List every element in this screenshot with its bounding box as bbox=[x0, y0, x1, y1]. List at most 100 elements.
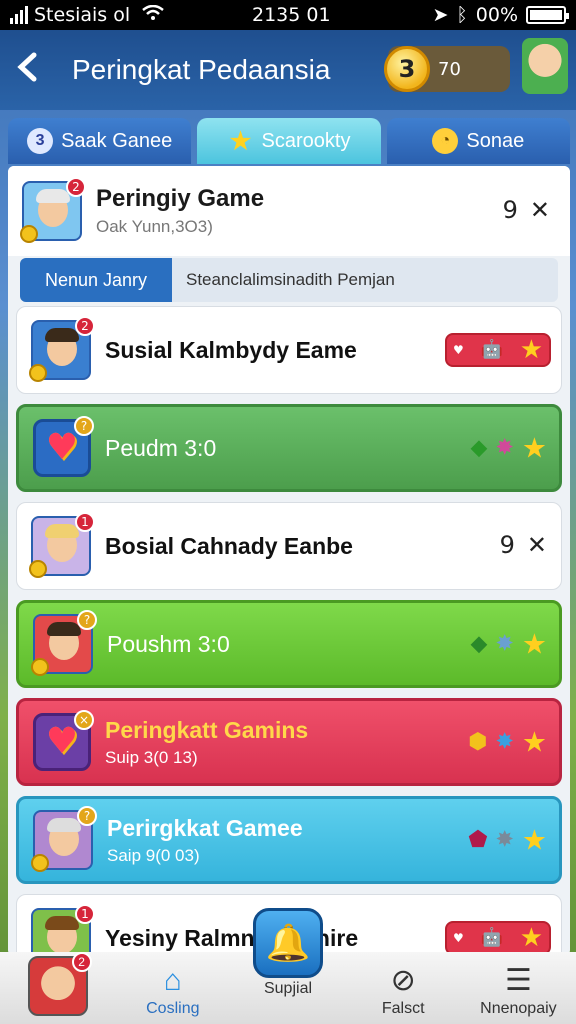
nav-label: Supjial bbox=[263, 980, 313, 997]
avatar: 2 bbox=[27, 952, 92, 1016]
close-icon[interactable]: ✕ bbox=[530, 196, 550, 224]
heart-tile: ♥ × bbox=[33, 710, 94, 771]
tab-label: Sonae bbox=[466, 129, 525, 152]
heart-icon: ♥ bbox=[45, 721, 79, 762]
row-subtitle: Saip 9(0 03) bbox=[107, 845, 200, 865]
green-gem-icon: ◆ bbox=[470, 631, 488, 656]
notification-badge: × bbox=[74, 710, 94, 730]
nav-label: Nnenopaiy bbox=[480, 1000, 557, 1017]
reward-pill[interactable]: ♥ 🤖 ★ bbox=[445, 333, 551, 367]
nav-label: Falsct bbox=[381, 1000, 425, 1017]
page-title: Peringkat Pedaansia bbox=[72, 54, 331, 85]
game-title: Peringiy Game bbox=[96, 185, 265, 212]
star-icon: ★ bbox=[521, 627, 547, 661]
filter-bar: Nenun Janry Steanclalimsinadith Pemjan bbox=[20, 258, 558, 302]
avatar: 1 bbox=[29, 904, 95, 956]
nav-profile[interactable]: 2 bbox=[0, 952, 115, 1018]
avatar: ? bbox=[31, 610, 97, 676]
chevron-left-icon bbox=[17, 52, 37, 81]
tab-label: Scarookty bbox=[261, 129, 351, 152]
coin-icon bbox=[31, 658, 49, 676]
current-game-card[interactable]: 2 Peringiy Game Oak Yunn,3O3) 9 ✕ bbox=[8, 166, 570, 256]
coin-icon bbox=[29, 364, 47, 382]
tab-sonae[interactable]: ◔ Sonae bbox=[386, 118, 570, 164]
clock-icon: ◔ bbox=[432, 128, 459, 154]
notification-badge: 2 bbox=[71, 952, 92, 972]
heart-icon: ♥ bbox=[45, 427, 79, 468]
reward-gems: ⬢ ✸ ★ bbox=[468, 726, 547, 759]
rank-number: 9 bbox=[499, 531, 515, 559]
number-icon: 3 bbox=[27, 128, 54, 154]
tab-saak-ganee[interactable]: 3 Saak Ganee bbox=[8, 118, 192, 164]
currency-widget[interactable]: 3 70 bbox=[384, 46, 510, 92]
notification-badge: ? bbox=[77, 806, 97, 826]
filter-button[interactable]: Nenun Janry bbox=[20, 258, 172, 302]
avatar: 2 bbox=[29, 316, 95, 382]
green-gem-icon: ◆ bbox=[470, 435, 488, 460]
rank-number: 9 bbox=[502, 196, 518, 224]
reward-pill[interactable]: ♥ 🤖 ★ bbox=[445, 921, 551, 955]
list-item[interactable]: ? Perirgkkat Gamee Saip 9(0 03) ⬟ ✸ ★ bbox=[16, 796, 562, 884]
avatar: ? bbox=[31, 806, 97, 872]
wifi-icon bbox=[142, 4, 164, 26]
star-icon: ★ bbox=[519, 335, 543, 365]
bluetooth-icon: ᛒ bbox=[456, 4, 468, 26]
reward-gems: ⬟ ✸ ★ bbox=[468, 824, 547, 857]
status-time: 2135 01 bbox=[252, 4, 331, 26]
reward-gems: ◆ ✸ ★ bbox=[471, 432, 547, 465]
home-icon: ⌂ bbox=[163, 964, 182, 997]
menu-icon: ☰ bbox=[504, 964, 532, 997]
star-icon: ★ bbox=[521, 823, 547, 857]
location-icon: ➤ bbox=[432, 4, 449, 26]
bell-icon: 🔔 bbox=[253, 908, 323, 978]
nav-supjial[interactable]: 🔔 Supjial bbox=[230, 908, 345, 1018]
player-avatar[interactable] bbox=[522, 38, 568, 94]
nav-menu[interactable]: ☰ Nnenopaiy bbox=[461, 963, 576, 1018]
avatar: 1 bbox=[29, 512, 95, 578]
heart-icon: ♥ bbox=[453, 343, 464, 357]
red-gem-icon: ⬟ bbox=[468, 827, 488, 852]
back-button[interactable] bbox=[16, 50, 52, 91]
star-icon: ★ bbox=[229, 127, 252, 155]
notification-badge: 2 bbox=[66, 177, 86, 197]
nav-cosling[interactable]: ⌂ Cosling bbox=[115, 964, 230, 1018]
robot-icon: 🤖 bbox=[480, 927, 503, 948]
leaderboard-panel: 2 Peringiy Game Oak Yunn,3O3) 9 ✕ Nenun … bbox=[8, 166, 570, 956]
tab-bar: 3 Saak Ganee ★ Scarookty ◔ Sonae bbox=[8, 118, 570, 166]
row-title: Poushm 3:0 bbox=[107, 630, 230, 657]
coin-count: 3 bbox=[398, 55, 416, 83]
row-title: Peudm 3:0 bbox=[105, 434, 217, 461]
filter-description: Steanclalimsinadith Pemjan bbox=[172, 258, 558, 302]
notification-badge: 2 bbox=[75, 316, 95, 336]
list-item[interactable]: ? Poushm 3:0 ◆ ✸ ★ bbox=[16, 600, 562, 688]
signal-icon bbox=[10, 6, 28, 24]
nav-falsct[interactable]: ⊘ Falsct bbox=[346, 963, 461, 1018]
compass-icon: ⊘ bbox=[390, 964, 416, 997]
status-bar: Stesiais ol 2135 01 ➤ ᛒ 00% bbox=[0, 0, 576, 30]
notification-badge: ? bbox=[74, 416, 94, 436]
coin-icon bbox=[20, 225, 38, 243]
coin-icon bbox=[29, 560, 47, 578]
blue-gem-icon: ✸ bbox=[495, 631, 514, 656]
battery-icon bbox=[526, 6, 569, 24]
blue-gem-icon: ✸ bbox=[495, 729, 514, 754]
game-subtitle: Oak Yunn,3O3) bbox=[96, 217, 213, 236]
star-icon: ★ bbox=[521, 725, 547, 759]
bottom-nav: 2 ⌂ Cosling 🔔 Supjial ⊘ Falsct ☰ Nnenopa… bbox=[0, 908, 576, 1024]
star-icon: ★ bbox=[521, 431, 547, 465]
battery-percent: 00% bbox=[475, 4, 518, 26]
avatar: 2 bbox=[20, 177, 86, 243]
row-title: Susial Kalmbydy Eame bbox=[105, 336, 357, 363]
list-item[interactable]: 1 Bosial Cahnady Eanbe 9 ✕ bbox=[16, 502, 562, 590]
tab-scarookty[interactable]: ★ Scarookty bbox=[197, 118, 381, 164]
notification-badge: ? bbox=[77, 610, 97, 630]
currency-amount: 70 bbox=[438, 58, 461, 80]
list-item[interactable]: ♥ × Peringkatt Gamins Suip 3(0 13) ⬢ ✸ ★ bbox=[16, 698, 562, 786]
row-title: Bosial Cahnady Eanbe bbox=[105, 532, 353, 559]
list-item[interactable]: 2 Susial Kalmbydy Eame ♥ 🤖 ★ bbox=[16, 306, 562, 394]
leaderboard-list: 2 Susial Kalmbydy Eame ♥ 🤖 ★ ♥ ? Peudm 3… bbox=[8, 306, 570, 956]
close-icon[interactable]: ✕ bbox=[527, 531, 547, 559]
list-item[interactable]: ♥ ? Peudm 3:0 ◆ ✸ ★ bbox=[16, 404, 562, 492]
gold-gem-icon: ⬢ bbox=[468, 729, 488, 754]
grey-gem-icon: ✸ bbox=[495, 827, 514, 852]
